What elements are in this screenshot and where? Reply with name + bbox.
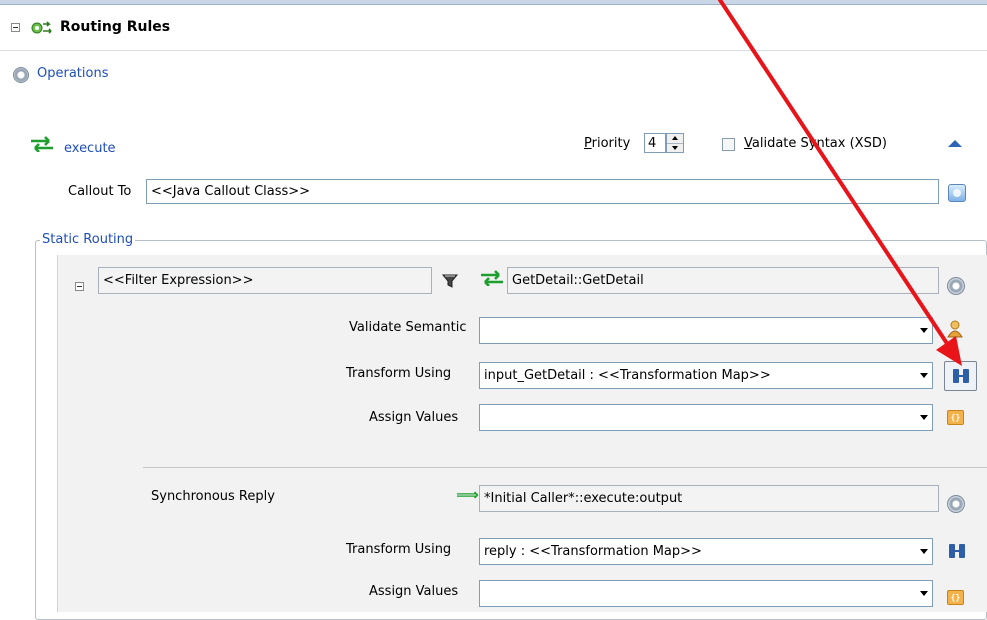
reply-assign-values-select[interactable] — [479, 580, 933, 607]
priority-increment-button[interactable] — [667, 134, 683, 144]
transform-using-label: Transform Using — [346, 366, 452, 381]
transform-using-value: input_GetDetail : <<Transformation Map>> — [484, 368, 771, 383]
reply-transform-using-label: Transform Using — [346, 542, 452, 557]
collapse-filter-toggle[interactable] — [75, 282, 84, 291]
filter-expression-field[interactable]: <<Filter Expression>> — [98, 267, 432, 294]
callout-to-label: Callout To — [68, 184, 132, 199]
transformation-map-button[interactable] — [944, 361, 977, 391]
synchronous-reply-label: Synchronous Reply — [151, 489, 275, 504]
page-title: Routing Rules — [60, 19, 171, 35]
validate-semantic-dropdown-icon[interactable] — [916, 318, 932, 343]
transform-using-dropdown-icon[interactable] — [916, 363, 932, 388]
reply-assign-values-dropdown-icon[interactable] — [916, 581, 932, 606]
reply-transform-using-dropdown-icon[interactable] — [916, 539, 932, 564]
routing-rules-icon — [30, 18, 54, 38]
validate-semantic-select[interactable] — [479, 317, 933, 344]
header-divider — [0, 50, 987, 51]
validate-semantic-user-icon[interactable] — [946, 319, 964, 339]
top-border — [0, 0, 987, 5]
reply-assign-values-label: Assign Values — [369, 584, 459, 599]
reply-target-field[interactable]: *Initial Caller*::execute:output — [479, 485, 939, 512]
operations-gear-icon — [13, 67, 29, 83]
reply-divider — [143, 467, 987, 468]
assign-values-select[interactable] — [479, 404, 933, 431]
assign-values-dropdown-icon[interactable] — [916, 405, 932, 430]
route-target-exchange-icon — [479, 270, 505, 287]
validate-syntax-checkbox[interactable] — [722, 138, 735, 151]
priority-decrement-button[interactable] — [667, 144, 683, 153]
route-name-link[interactable]: execute — [64, 141, 116, 156]
validate-syntax-label: Validate Syntax (XSD) — [744, 136, 887, 151]
reply-transform-using-value: reply : <<Transformation Map>> — [484, 544, 702, 559]
reply-transformation-map-icon[interactable] — [948, 543, 966, 559]
assign-values-label: Assign Values — [369, 410, 459, 425]
collapse-route-icon[interactable] — [948, 140, 962, 147]
priority-input[interactable]: 4 — [644, 133, 666, 153]
static-routing-legend: Static Routing — [40, 232, 136, 247]
reply-assign-values-expression-icon[interactable]: {} — [947, 590, 964, 605]
priority-spinner[interactable] — [666, 133, 684, 153]
transformation-map-icon — [952, 368, 970, 384]
route-target-gear-icon[interactable] — [947, 277, 965, 295]
operations-link[interactable]: Operations — [37, 66, 108, 81]
priority-label: Priority — [584, 136, 631, 151]
assign-values-expression-icon[interactable]: {} — [947, 410, 964, 425]
callout-class-field[interactable]: <<Java Callout Class>> — [146, 179, 939, 204]
route-target-field[interactable]: GetDetail::GetDetail — [507, 267, 939, 294]
reply-target-gear-icon[interactable] — [947, 495, 965, 513]
reply-arrow-icon: ⟹ — [456, 485, 479, 504]
route-exchange-icon — [29, 136, 55, 153]
validate-semantic-label: Validate Semantic — [349, 320, 467, 335]
reply-transform-using-select[interactable]: reply : <<Transformation Map>> — [479, 538, 933, 565]
browse-callout-class-button[interactable] — [948, 184, 966, 202]
filter-funnel-icon[interactable] — [441, 272, 459, 290]
collapse-routing-rules-toggle[interactable] — [11, 23, 20, 32]
transform-using-select[interactable]: input_GetDetail : <<Transformation Map>> — [479, 362, 933, 389]
